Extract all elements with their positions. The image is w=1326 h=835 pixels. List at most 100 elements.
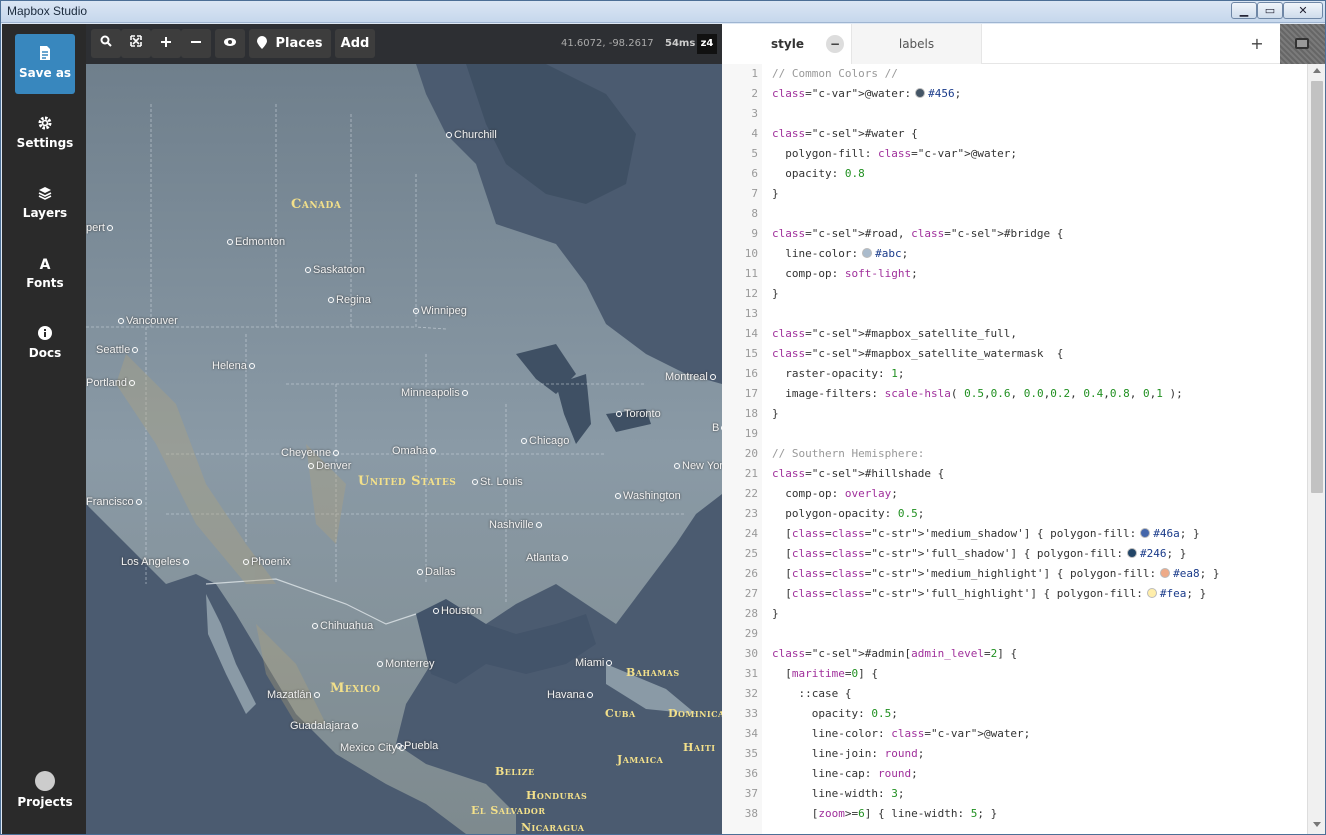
code-text: class="c-sel">#mapbox_satellite_full,	[772, 327, 1018, 340]
color-swatch[interactable]	[1127, 548, 1138, 558]
search-button[interactable]	[91, 29, 121, 58]
code-line[interactable]: 32 ::case {	[722, 684, 1307, 704]
tab-style[interactable]: style −	[722, 24, 852, 64]
code-line[interactable]: 25 [class=class="c-str">'full_shadow'] {…	[722, 544, 1307, 564]
docs-button[interactable]: Docs	[15, 314, 75, 374]
code-line[interactable]: 23 polygon-opacity: 0.5;	[722, 504, 1307, 524]
code-line[interactable]: 22 comp-op: overlay;	[722, 484, 1307, 504]
code-line[interactable]: 37 line-width: 3;	[722, 784, 1307, 804]
color-swatch[interactable]	[862, 248, 873, 258]
scrollbar-thumb[interactable]	[1311, 81, 1323, 493]
line-number: 1	[751, 67, 758, 80]
code-line[interactable]: 5 polygon-fill: class="c-var">@water;	[722, 144, 1307, 164]
city-label: Chicago	[521, 435, 569, 447]
code-area[interactable]: 1 // Common Colors // 2 class="c-var">@wate…	[722, 64, 1307, 834]
fonts-button[interactable]: A Fonts	[15, 244, 75, 304]
settings-button[interactable]: Settings	[15, 104, 75, 164]
code-line[interactable]: 2 class="c-var">@water: #456;	[722, 84, 1307, 104]
code-line[interactable]: 13	[722, 304, 1307, 324]
line-number: 26	[744, 567, 758, 580]
places-label: Places	[275, 36, 323, 51]
zoom-out-button[interactable]	[181, 29, 211, 58]
code-line[interactable]: 10 line-color: #abc;	[722, 244, 1307, 264]
editor-scrollbar[interactable]	[1307, 64, 1325, 834]
city-label: Helena	[212, 360, 255, 372]
code-text: line-cap: round;	[772, 767, 918, 780]
add-button[interactable]: Add	[335, 29, 375, 58]
layers-button[interactable]: Layers	[15, 174, 75, 234]
code-line[interactable]: 24 [class=class="c-str">'medium_shadow']…	[722, 524, 1307, 544]
city-label: Cheyenne	[281, 447, 339, 459]
add-tab-button[interactable]: +	[1247, 24, 1267, 64]
code-line[interactable]: 30 class="c-sel">#admin[admin_level=2] {	[722, 644, 1307, 664]
code-line[interactable]: 29	[722, 624, 1307, 644]
code-line[interactable]: 3	[722, 104, 1307, 124]
city-label: Vancouver	[118, 315, 178, 327]
code-line[interactable]: 12}	[722, 284, 1307, 304]
code-line[interactable]: 18}	[722, 404, 1307, 424]
document-icon	[15, 45, 75, 65]
scroll-up-arrow[interactable]	[1313, 68, 1321, 73]
places-button[interactable]: Places	[249, 29, 331, 58]
color-swatch[interactable]	[1160, 568, 1171, 578]
projects-button[interactable]: Projects	[15, 766, 75, 826]
code-line[interactable]: 9 class="c-sel">#road, class="c-sel">#bri…	[722, 224, 1307, 244]
code-line[interactable]: 33 opacity: 0.5;	[722, 704, 1307, 724]
code-text: class="c-sel">#hillshade {	[772, 467, 945, 480]
code-line[interactable]: 38 [zoom>=6] { line-width: 5; }	[722, 804, 1307, 824]
line-number: 22	[744, 487, 758, 500]
line-number: 35	[744, 747, 758, 760]
maximize-button[interactable]: ▭	[1257, 2, 1283, 19]
close-button[interactable]: ✕	[1283, 2, 1323, 19]
code-line[interactable]: 17 image-filters: scale-hsla( 0.5,0.6, 0…	[722, 384, 1307, 404]
code-line[interactable]: 21 class="c-sel">#hillshade {	[722, 464, 1307, 484]
code-line[interactable]: 35 line-join: round;	[722, 744, 1307, 764]
tab-style-label: style	[771, 37, 804, 51]
code-line[interactable]: 8	[722, 204, 1307, 224]
code-line[interactable]: 4 class="c-sel">#water {	[722, 124, 1307, 144]
zoom-in-button[interactable]	[151, 29, 181, 58]
code-text: raster-opacity: 1;	[772, 367, 905, 380]
code-line[interactable]: 15 class="c-sel">#mapbox_satellite_waterm…	[722, 344, 1307, 364]
code-line[interactable]: 16 raster-opacity: 1;	[722, 364, 1307, 384]
close-tab-button[interactable]: −	[826, 35, 844, 53]
line-number: 6	[751, 167, 758, 180]
code-line[interactable]: 11 comp-op: soft-light;	[722, 264, 1307, 284]
city-label: Houston	[433, 605, 482, 617]
code-line[interactable]: 20 // Southern Hemisphere:	[722, 444, 1307, 464]
save-as-button[interactable]: Save as	[15, 34, 75, 94]
code-line[interactable]: 28}	[722, 604, 1307, 624]
code-line[interactable]: 6 opacity: 0.8	[722, 164, 1307, 184]
code-line[interactable]: 27 [class=class="c-str">'full_highlight'…	[722, 584, 1307, 604]
toggle-panel-button[interactable]	[1280, 24, 1325, 64]
city-label: St. Louis	[472, 476, 523, 488]
city-label: Regina	[328, 294, 371, 306]
color-swatch[interactable]	[915, 88, 926, 98]
city-label: Denver	[308, 460, 351, 472]
scroll-down-arrow[interactable]	[1313, 822, 1321, 827]
code-line[interactable]: 36 line-cap: round;	[722, 764, 1307, 784]
code-text: class="c-var">@water: #456;	[772, 87, 962, 100]
code-text: polygon-fill: class="c-var">@water;	[772, 147, 1018, 160]
code-line[interactable]: 14 class="c-sel">#mapbox_satellite_full,	[722, 324, 1307, 344]
code-line[interactable]: 7}	[722, 184, 1307, 204]
code-line[interactable]: 19	[722, 424, 1307, 444]
color-swatch[interactable]	[1146, 588, 1157, 598]
code-line[interactable]: 31 [maritime=0] {	[722, 664, 1307, 684]
color-swatch[interactable]	[1140, 528, 1151, 538]
code-text: image-filters: scale-hsla( 0.5,0.6, 0.0,…	[772, 387, 1183, 400]
code-line[interactable]: 34 line-color: class="c-var">@water;	[722, 724, 1307, 744]
fullscreen-button[interactable]	[121, 29, 151, 58]
country-label-belize: Belize	[495, 765, 535, 778]
map-view[interactable]: Canada United States Mexico Bahamas Cuba…	[86, 24, 722, 834]
minimize-button[interactable]: ▁	[1231, 2, 1257, 19]
code-text: polygon-opacity: 0.5;	[772, 507, 925, 520]
line-number: 4	[751, 127, 758, 140]
inspect-button[interactable]	[215, 29, 245, 58]
code-text: line-color: #abc;	[772, 247, 909, 260]
city-label: Miami	[575, 657, 612, 669]
code-line[interactable]: 1 // Common Colors //	[722, 64, 1307, 84]
panel-icon	[1295, 38, 1309, 49]
code-line[interactable]: 26 [class=class="c-str">'medium_highligh…	[722, 564, 1307, 584]
tab-labels[interactable]: labels	[852, 24, 982, 64]
